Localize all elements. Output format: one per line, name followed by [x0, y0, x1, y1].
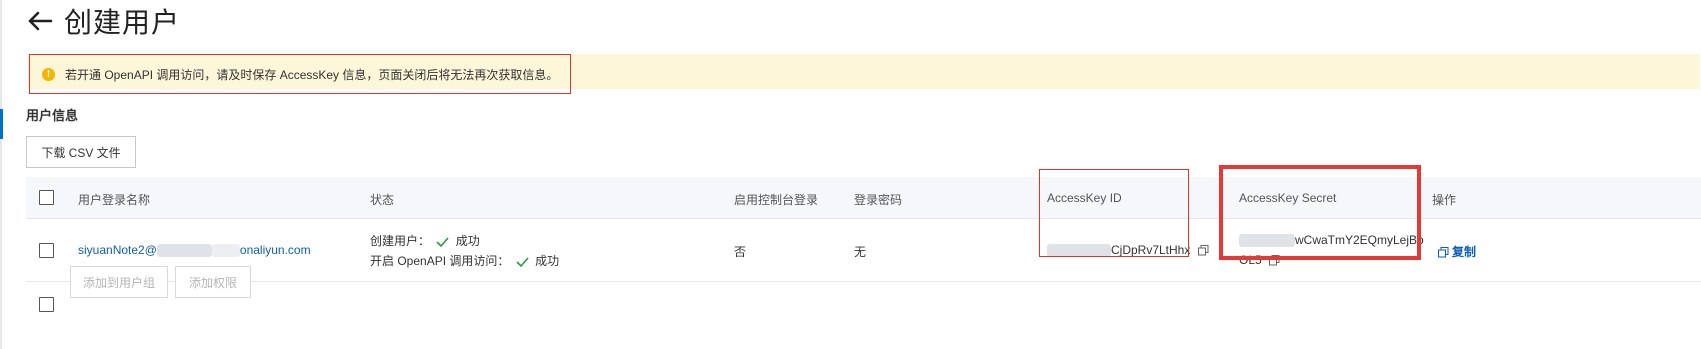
- copy-action-link[interactable]: 复制: [1438, 243, 1476, 260]
- copy-action-label: 复制: [1452, 245, 1477, 259]
- status-openapi-label: 开启 OpenAPI 调用访问：: [370, 254, 510, 268]
- arrow-left-icon: [28, 11, 53, 31]
- alert-text: 若开通 OpenAPI 调用访问，请及时保存 AccessKey 信息，页面关闭…: [65, 67, 559, 82]
- section-title: 用户信息: [26, 108, 79, 123]
- status-create-line: 创建用户： 成功: [370, 231, 559, 251]
- header-actions: 操作: [1432, 193, 1457, 207]
- redacted-block: [156, 244, 212, 258]
- check-icon: [516, 257, 529, 267]
- status-create-value: 成功: [455, 234, 480, 248]
- warning-icon: !: [42, 67, 55, 81]
- alert-highlight-box: ! 若开通 OpenAPI 调用访问，请及时保存 AccessKey 信息，页面…: [29, 54, 571, 94]
- footer-select-checkbox[interactable]: [39, 297, 54, 312]
- back-button[interactable]: [26, 7, 54, 35]
- add-permission-button[interactable]: 添加权限: [175, 266, 251, 298]
- download-csv-button[interactable]: 下载 CSV 文件: [26, 136, 136, 168]
- table-row: siyuanNote2@ onaliyun.com 创建用户： 成功 开启 Ope…: [26, 219, 1701, 282]
- table-header-row: 用户登录名称 状态 启用控制台登录 登录密码 AccessKey ID Acce…: [26, 177, 1701, 219]
- username-suffix: onaliyun.com: [239, 243, 311, 257]
- username-link[interactable]: siyuanNote2@ onaliyun.com: [78, 243, 311, 258]
- status-cell: 创建用户： 成功 开启 OpenAPI 调用访问： 成功: [370, 231, 559, 271]
- header-console-login: 启用控制台登录: [734, 193, 819, 207]
- table-footer: 添加到用户组 添加权限: [26, 266, 326, 325]
- left-nav-accent: [0, 109, 3, 139]
- header-status: 状态: [370, 193, 395, 207]
- row-checkbox[interactable]: [39, 243, 54, 258]
- header-username: 用户登录名称: [78, 193, 151, 207]
- left-edge-divider: [0, 0, 2, 349]
- copy-icon: [1438, 247, 1449, 258]
- redacted-block: [211, 244, 240, 258]
- add-to-group-button[interactable]: 添加到用户组: [70, 266, 168, 298]
- status-create-label: 创建用户：: [370, 234, 431, 248]
- page-header: 创建用户: [26, 3, 180, 39]
- select-all-checkbox[interactable]: [39, 190, 54, 205]
- user-table: 用户登录名称 状态 启用控制台登录 登录密码 AccessKey ID Acce…: [26, 177, 1701, 282]
- username-prefix: siyuanNote2@: [78, 243, 157, 257]
- page-title: 创建用户: [64, 6, 181, 39]
- status-openapi-line: 开启 OpenAPI 调用访问： 成功: [370, 251, 559, 271]
- status-openapi-value: 成功: [535, 254, 560, 268]
- header-password: 登录密码: [854, 193, 903, 207]
- password-value: 无: [854, 245, 867, 259]
- access-key-id-highlight: [1039, 169, 1189, 257]
- console-login-value: 否: [734, 245, 747, 259]
- check-icon: [436, 237, 449, 247]
- access-key-secret-highlight: [1219, 165, 1421, 260]
- copy-icon[interactable]: [1197, 245, 1209, 256]
